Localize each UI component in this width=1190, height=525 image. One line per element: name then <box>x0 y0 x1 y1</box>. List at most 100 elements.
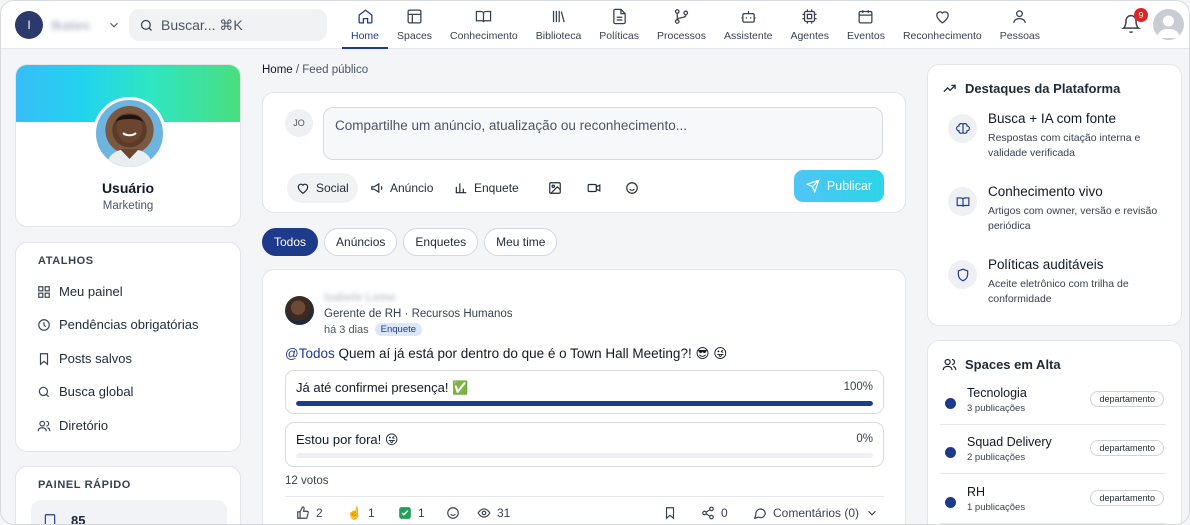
top-bar: I Ikatec Buscar... ⌘K Home Spaces Conhec… <box>1 1 1189 49</box>
space-item[interactable]: Tecnologia 3 publicações departamento <box>940 383 1166 425</box>
type-social-button[interactable]: Social <box>287 173 358 203</box>
user-avatar[interactable] <box>1153 9 1184 40</box>
nav-assistente[interactable]: Assistente <box>715 1 781 49</box>
clap-reaction[interactable]: ☝️ 1 <box>347 506 375 520</box>
nav-label: Agentes <box>790 30 829 42</box>
space-dot <box>945 447 956 458</box>
filter-anuncios[interactable]: Anúncios <box>324 228 398 256</box>
poll-option[interactable]: Estou por fora! 😜 0% <box>285 422 884 467</box>
shortcuts-title: ATALHOS <box>38 255 94 267</box>
profile-card: Usuário Marketing <box>15 64 241 227</box>
shortcut-meu-painel[interactable]: Meu painel <box>37 284 123 299</box>
nav-label: Eventos <box>847 30 885 42</box>
poll-option-percent: 0% <box>856 433 873 445</box>
type-poll-button[interactable]: Enquete <box>445 173 528 203</box>
space-badge: departamento <box>1090 490 1164 506</box>
highlight-title: Políticas auditáveis <box>988 257 1104 272</box>
nav-processos[interactable]: Processos <box>648 1 715 49</box>
shortcuts-card: ATALHOS Meu painel Pendências obrigatóri… <box>15 242 241 452</box>
type-announcement-button[interactable]: Anúncio <box>361 173 442 203</box>
bookmark-icon <box>39 352 49 365</box>
attach-image-button[interactable] <box>539 173 571 203</box>
quick-stat[interactable]: 85 <box>31 500 227 524</box>
shortcut-busca-global[interactable]: Busca global <box>37 384 133 399</box>
grid-icon <box>38 285 50 298</box>
breadcrumb-current: Feed público <box>302 64 369 76</box>
nav-conhecimento[interactable]: Conhecimento <box>441 1 527 49</box>
like-button[interactable]: 2 <box>296 506 323 520</box>
git-branch-icon <box>674 9 689 24</box>
layout-icon <box>407 9 422 24</box>
shortcut-label: Posts salvos <box>59 351 132 366</box>
org-switcher[interactable]: I Ikatec <box>15 11 121 39</box>
nav-politicas[interactable]: Políticas <box>590 1 648 49</box>
space-count: 2 publicações <box>967 452 1026 463</box>
avatar-placeholder-icon <box>1157 15 1180 38</box>
composer-avatar: JO <box>285 109 313 137</box>
share-button[interactable]: 0 <box>701 506 728 520</box>
nav-label: Processos <box>656 30 707 42</box>
comments-toggle[interactable]: Comentários (0) <box>753 506 879 520</box>
highlights-title: Destaques da Plataforma <box>965 81 1121 96</box>
add-reaction-button[interactable] <box>446 506 460 520</box>
nav-agentes[interactable]: Agentes <box>781 1 838 49</box>
highlight-title: Conhecimento vivo <box>988 184 1103 199</box>
nav-home[interactable]: Home <box>342 1 389 49</box>
quick-panel-card: PAINEL RÁPIDO 85 <box>15 466 241 524</box>
nav-spaces[interactable]: Spaces <box>388 1 441 49</box>
space-item[interactable]: RH 1 publicações departamento <box>940 482 1166 524</box>
poll-option-label: Já até confirmei presença! ✅ <box>296 380 469 395</box>
nav-pessoas[interactable]: Pessoas <box>991 1 1049 49</box>
space-badge: departamento <box>1090 440 1164 456</box>
chevron-down-icon <box>868 510 876 516</box>
nav-reconhecimento[interactable]: Reconhecimento <box>894 1 991 49</box>
shortcut-pendencias[interactable]: Pendências obrigatórias <box>37 317 198 332</box>
poll-option[interactable]: Já até confirmei presença! ✅ 100% <box>285 370 884 414</box>
space-item[interactable]: Squad Delivery 2 publicações departament… <box>940 432 1166 474</box>
space-dot <box>945 497 956 508</box>
shortcut-posts-salvos[interactable]: Posts salvos <box>37 351 132 366</box>
cpu-icon <box>802 9 817 24</box>
check-box-icon <box>399 507 411 519</box>
org-name: Ikatec <box>51 17 91 33</box>
save-post-button[interactable] <box>663 506 677 520</box>
emoji-button[interactable] <box>616 173 648 203</box>
shortcut-label: Meu painel <box>59 284 123 299</box>
shortcut-diretorio[interactable]: Diretório <box>37 418 108 433</box>
shortcut-label: Pendências obrigatórias <box>59 317 199 332</box>
author-name[interactable]: Izabele Leme <box>324 292 396 304</box>
smile-icon <box>626 182 638 194</box>
filter-enquetes[interactable]: Enquetes <box>403 228 479 256</box>
nav-label: Reconhecimento <box>902 30 982 42</box>
author-avatar[interactable] <box>285 296 314 325</box>
megaphone-icon <box>371 182 383 194</box>
publish-button[interactable]: Publicar <box>794 170 884 202</box>
post-meta: há 3 dias Enquete <box>324 323 423 336</box>
nav-eventos[interactable]: Eventos <box>838 1 894 49</box>
filter-meu-time[interactable]: Meu time <box>484 228 558 256</box>
compose-textarea[interactable]: Compartilhe um anúncio, atualização ou r… <box>323 107 883 160</box>
filter-todos[interactable]: Todos <box>262 228 319 256</box>
spaces-title: Spaces em Alta <box>965 357 1061 372</box>
divider <box>285 496 884 497</box>
attach-video-button[interactable] <box>578 173 610 203</box>
breadcrumb-home[interactable]: Home <box>262 64 293 76</box>
profile-photo[interactable] <box>93 97 166 170</box>
clock-icon <box>38 318 50 331</box>
book-open-icon <box>476 10 492 23</box>
space-count: 1 publicações <box>967 502 1026 513</box>
notification-badge: 9 <box>1134 8 1148 22</box>
bookmark-icon <box>44 514 56 524</box>
mention-link[interactable]: @Todos <box>285 346 335 361</box>
nav-biblioteca[interactable]: Biblioteca <box>527 1 591 49</box>
person-photo-icon <box>106 113 153 167</box>
post-text: @Todos Quem aí já está por dentro do que… <box>285 346 727 362</box>
views-indicator: 31 <box>477 506 510 520</box>
send-icon <box>805 179 820 193</box>
search-input[interactable]: Buscar... ⌘K <box>129 9 327 41</box>
search-icon <box>38 386 50 397</box>
chevron-down-icon <box>110 22 118 28</box>
nav-label: Assistente <box>724 30 773 42</box>
check-reaction[interactable]: 1 <box>398 506 425 520</box>
space-badge: departamento <box>1090 391 1164 407</box>
